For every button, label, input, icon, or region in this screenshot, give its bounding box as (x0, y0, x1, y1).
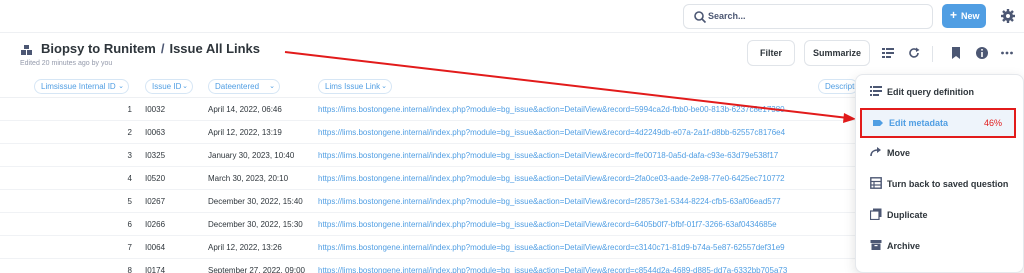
issue-id-cell: I0325 (145, 151, 166, 160)
date-entered-cell: December 30, 2022, 15:30 (208, 220, 303, 229)
collection-link[interactable]: Biopsy to Runitem (41, 41, 156, 56)
notebook-icon (870, 86, 882, 96)
row-index: 6 (127, 220, 132, 229)
new-button[interactable]: + New (942, 4, 986, 28)
row-index: 7 (127, 243, 132, 252)
issue-id-cell: I0032 (145, 105, 166, 114)
lims-issue-link[interactable]: https://lims.bostongene.internal/index.p… (318, 266, 858, 273)
menu-item-turn-back-to-saved-question[interactable]: Turn back to saved question (860, 171, 1016, 197)
lims-issue-link[interactable]: https://lims.bostongene.internal/index.p… (318, 197, 858, 206)
table-row[interactable]: 3 I0325 January 30, 2023, 10:40 https://lim… (0, 144, 860, 167)
issue-id-cell: I0174 (145, 266, 166, 273)
lims-issue-link[interactable]: https://lims.bostongene.internal/index.p… (318, 243, 858, 252)
date-entered-cell: April 12, 2022, 13:26 (208, 243, 282, 252)
question-title[interactable]: Issue All Links (169, 41, 260, 56)
lims-issue-link[interactable]: https://lims.bostongene.internal/index.p… (318, 174, 858, 183)
move-arrow-icon (870, 147, 881, 157)
plus-icon: + (950, 8, 958, 22)
search-input[interactable]: Search... (683, 4, 933, 29)
breadcrumb: Biopsy to Runitem / Issue All Links (41, 41, 260, 56)
notebook-editor-icon[interactable] (881, 46, 895, 60)
chevron-down-icon: ⌄ (381, 83, 387, 90)
breadcrumb-separator: / (160, 41, 165, 56)
lims-issue-link[interactable]: https://lims.bostongene.internal/index.p… (318, 105, 858, 114)
bookmark-icon[interactable] (949, 46, 963, 60)
menu-item-duplicate[interactable]: Duplicate (860, 202, 1016, 228)
table-row[interactable]: 5 I0267 December 30, 2022, 15:40 https://li… (0, 190, 860, 213)
table-row[interactable]: 7 I0064 April 12, 2022, 13:26 https://lims.… (0, 236, 860, 259)
search-placeholder: Search... (708, 11, 746, 21)
collection-icon (21, 45, 32, 55)
column-header-description[interactable]: Descripti (818, 79, 858, 94)
refresh-icon[interactable] (907, 46, 921, 60)
date-entered-cell: January 30, 2023, 10:40 (208, 151, 295, 160)
table-row[interactable]: 4 I0520 March 30, 2023, 20:10 https://lims.… (0, 167, 860, 190)
more-options-icon[interactable] (1000, 46, 1014, 60)
menu-item-archive[interactable]: Archive (860, 233, 1016, 259)
lims-issue-link[interactable]: https://lims.bostongene.internal/index.p… (318, 128, 858, 137)
table-row[interactable]: 2 I0063 April 12, 2022, 13:19 https://lims.… (0, 121, 860, 144)
lims-issue-link[interactable]: https://lims.bostongene.internal/index.p… (318, 151, 858, 160)
menu-item-move[interactable]: Move (860, 140, 1016, 166)
issue-id-cell: I0063 (145, 128, 166, 137)
column-header-dateentered[interactable]: Dateentered ⌄ (208, 79, 280, 94)
row-index: 8 (127, 266, 132, 273)
date-entered-cell: April 12, 2022, 13:19 (208, 128, 282, 137)
date-entered-cell: April 14, 2022, 06:46 (208, 105, 282, 114)
issue-id-cell: I0064 (145, 243, 166, 252)
archive-icon (870, 240, 882, 250)
search-icon (694, 11, 707, 24)
date-entered-cell: September 27, 2022, 09:00 (208, 266, 305, 273)
menu-item-edit-query-definition[interactable]: Edit query definition (860, 79, 1016, 105)
row-index: 1 (127, 105, 132, 114)
column-header-lims-issue-link[interactable]: Lims Issue Link ⌄ (318, 79, 392, 94)
lims-issue-link[interactable]: https://lims.bostongene.internal/index.p… (318, 220, 858, 229)
row-index: 4 (127, 174, 132, 183)
gear-icon[interactable] (1000, 8, 1016, 24)
menu-item-edit-metadata[interactable]: Edit metadata 46% (860, 108, 1016, 138)
chevron-down-icon: ⌄ (269, 83, 275, 90)
date-entered-cell: December 30, 2022, 15:40 (208, 197, 303, 206)
summarize-button[interactable]: Summarize (804, 40, 870, 66)
row-index: 2 (127, 128, 132, 137)
label-icon (873, 120, 883, 126)
date-entered-cell: March 30, 2023, 20:10 (208, 174, 289, 183)
duplicate-icon (870, 208, 882, 220)
chevron-down-icon: ⌄ (182, 83, 188, 90)
row-index: 5 (127, 197, 132, 206)
table-row[interactable]: 1 I0032 April 14, 2022, 06:46 https://lims.… (0, 98, 860, 121)
header-divider (932, 46, 933, 62)
info-icon[interactable] (975, 46, 989, 60)
filter-button[interactable]: Filter (747, 40, 795, 66)
issue-id-cell: I0520 (145, 174, 166, 183)
chevron-down-icon: ⌄ (118, 83, 124, 90)
last-edited-info[interactable]: Edited 20 minutes ago by you (20, 60, 112, 67)
column-header-issue-id[interactable]: Issue ID ⌄ (145, 79, 193, 94)
column-header-limsissue-internal-id[interactable]: Limsissue Internal ID ⌄ (34, 79, 129, 94)
row-index: 3 (127, 151, 132, 160)
table-row[interactable]: 6 I0266 December 30, 2022, 15:30 https://li… (0, 213, 860, 236)
issue-id-cell: I0267 (145, 197, 166, 206)
issue-id-cell: I0266 (145, 220, 166, 229)
new-button-label: New (961, 11, 980, 21)
table-row[interactable]: 8 I0174 September 27, 2022, 09:00 https://l… (0, 259, 860, 273)
table-icon (870, 177, 882, 189)
percent-annotation: 46% (983, 118, 1002, 128)
top-navbar: Search... + New (0, 0, 1024, 33)
